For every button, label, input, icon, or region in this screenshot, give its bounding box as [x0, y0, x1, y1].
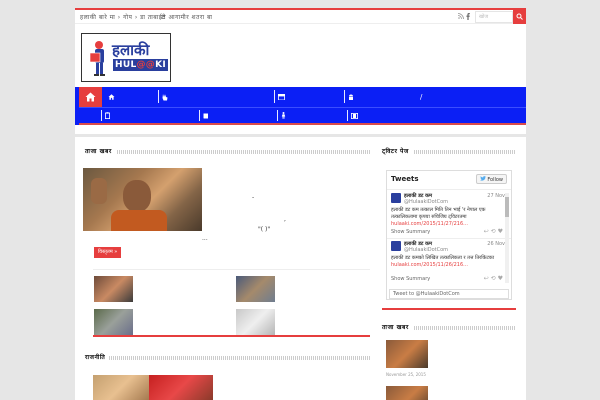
- tweet-link[interactable]: hulaaki.com/2015/11/27/216...: [391, 221, 468, 227]
- section-title-politics: राजनीति: [85, 353, 370, 363]
- top-bar: हलाकी बारे मा › गोप › डा ताबाईट टी आगामी…: [75, 10, 526, 24]
- site-logo[interactable]: हलाकी HUL@@KI: [81, 33, 171, 82]
- tweet-to-button[interactable]: Tweet to @HulaakiDotCom: [389, 289, 509, 299]
- read-more-button[interactable]: विस्तृतम »: [94, 247, 122, 258]
- politics-article-image[interactable]: [93, 375, 149, 400]
- retweet-icon[interactable]: ⟲: [491, 228, 496, 235]
- twitter-widget: Tweets Follow हलाकी डट कम @HulaakiDotCom…: [386, 170, 512, 300]
- top-link-2[interactable]: टी आगामीर शतरा बा: [161, 13, 212, 21]
- reply-icon[interactable]: ↩: [484, 228, 489, 235]
- nav-separator: [199, 110, 200, 121]
- nav-item-book[interactable]: [199, 108, 277, 123]
- nav-separator: [101, 110, 102, 121]
- section-title-sidebar-news: ताजा खबर: [382, 323, 516, 333]
- facebook-icon[interactable]: [466, 13, 470, 22]
- news-thumbnail[interactable]: [386, 386, 428, 400]
- heart-icon[interactable]: ♥: [498, 275, 503, 282]
- latest-news-sidebar: ताजा खबर November 25, 2015: [382, 323, 516, 400]
- featured-text-line: -: [252, 194, 255, 201]
- film-icon: [351, 112, 358, 119]
- reply-icon[interactable]: ↩: [484, 275, 489, 282]
- book-icon: [203, 113, 208, 118]
- victory-hand-icon: [162, 93, 168, 100]
- section-divider: [93, 335, 370, 337]
- tweet-date[interactable]: 26 Nov: [487, 241, 505, 247]
- logo-subtitle: HUL@@KI: [113, 59, 169, 71]
- twitter-bird-icon: [479, 176, 486, 181]
- tweet-handle[interactable]: @HulaakiDotCom: [404, 199, 448, 205]
- featured-article-image[interactable]: [83, 168, 202, 231]
- nav-item-clipboard[interactable]: [101, 108, 199, 123]
- show-summary-link[interactable]: Show Summary: [391, 276, 430, 282]
- tweet-body: हलाकी डट कम तत्काल मिति तिन भाई 'र नेपाल…: [391, 207, 486, 227]
- politics-article-image[interactable]: [149, 375, 213, 400]
- tweets-heading: Tweets: [391, 175, 419, 183]
- heart-icon[interactable]: ♥: [498, 228, 503, 235]
- section-title-latest: ताजा खबर: [85, 147, 370, 157]
- nav-row-1: /: [102, 87, 526, 107]
- nav-separator: [158, 90, 159, 103]
- tweet-link[interactable]: hulaaki.com/2015/11/26/216...: [391, 262, 468, 268]
- clipboard-icon: [105, 112, 110, 119]
- news-thumbnail[interactable]: [386, 340, 428, 368]
- show-summary-link[interactable]: Show Summary: [391, 229, 430, 235]
- main-content: ताजा खबर - , "( )" ... विस्तृतम » राजनीत…: [75, 137, 526, 400]
- home-icon: [108, 94, 115, 100]
- main-nav: /: [79, 87, 526, 125]
- article-thumbnail[interactable]: [94, 309, 133, 335]
- featured-text-line: ,: [284, 216, 286, 223]
- article-thumbnail[interactable]: [236, 309, 275, 335]
- featured-text-line: "( )": [258, 226, 271, 233]
- section-title-twitter: ट्विटर पेज: [382, 147, 516, 157]
- featured-ellipsis: ...: [202, 235, 208, 242]
- archive-icon: [278, 94, 285, 100]
- left-column: ताजा खबर: [85, 147, 370, 157]
- nav-item-home[interactable]: [104, 87, 158, 107]
- top-link-1[interactable]: हलाकी बारे मा › गोप › डा ताबाईट: [80, 13, 166, 21]
- tweet-actions[interactable]: ↩ ⟲ ♥: [484, 228, 503, 235]
- nav-separator: [274, 90, 275, 103]
- article-grid: [93, 269, 370, 340]
- search-button[interactable]: [513, 10, 526, 24]
- nav-item-peace[interactable]: [158, 87, 274, 107]
- tweet-body: हलाकी डट कमको लिखित तत्कालिकता र तत्त ति…: [391, 255, 495, 268]
- nav-item-female[interactable]: [277, 108, 347, 123]
- right-column: ट्विटर पेज Tweets Follow हलाकी डट कम @Hu…: [382, 147, 516, 400]
- tweet-date[interactable]: 27 Nov: [487, 193, 505, 199]
- search-input[interactable]: खोज: [475, 11, 513, 23]
- logo-title: हलाकी: [112, 41, 150, 59]
- news-date: November 25, 2015: [386, 372, 426, 377]
- nav-item-archive[interactable]: [274, 87, 344, 107]
- politics-section: राजनीति: [85, 353, 370, 363]
- section-divider: [382, 308, 516, 310]
- tweet-handle[interactable]: @HulaakiDotCom: [404, 247, 448, 253]
- rss-icon[interactable]: [457, 13, 464, 21]
- android-icon: [349, 94, 353, 100]
- female-icon: [281, 112, 286, 119]
- nav-separator: [344, 90, 345, 103]
- home-icon: [85, 92, 96, 102]
- search-icon: [516, 13, 523, 20]
- postman-figure-icon: [89, 41, 105, 76]
- nav-item-android[interactable]: /: [344, 87, 434, 107]
- avatar[interactable]: [391, 241, 401, 251]
- twitter-follow-button[interactable]: Follow: [475, 174, 507, 184]
- article-thumbnail[interactable]: [94, 276, 133, 302]
- retweet-icon[interactable]: ⟲: [491, 275, 496, 282]
- nav-home-button[interactable]: [79, 87, 102, 107]
- nav-row-2: [79, 107, 526, 123]
- avatar[interactable]: [391, 193, 401, 203]
- nav-separator: [347, 110, 348, 121]
- nav-item-film[interactable]: [347, 108, 467, 123]
- article-thumbnail[interactable]: [236, 276, 275, 302]
- tweet-actions[interactable]: ↩ ⟲ ♥: [484, 275, 503, 282]
- nav-separator: [277, 110, 278, 121]
- scrollbar-thumb[interactable]: [505, 197, 509, 217]
